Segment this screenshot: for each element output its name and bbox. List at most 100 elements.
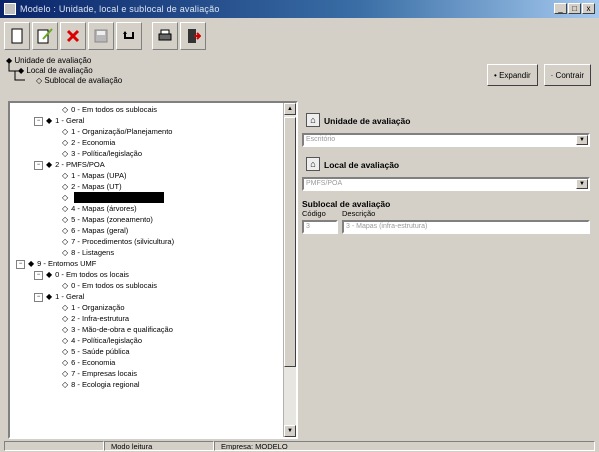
expand-button[interactable]: • Expandir: [487, 64, 538, 86]
diamond-outline-icon: ◇: [62, 182, 69, 191]
chevron-down-icon[interactable]: ▼: [576, 135, 588, 145]
code-label: Código: [302, 209, 326, 218]
code-field[interactable]: 3: [302, 220, 338, 234]
status-mode: Modo leitura: [104, 441, 214, 451]
diamond-outline-icon: ◇: [62, 105, 69, 114]
tree-item[interactable]: ◇ 3 - Política/legislação: [62, 148, 142, 159]
breadcrumb-sublocal[interactable]: ◇ Sublocal de avaliação: [36, 76, 122, 85]
tree-view[interactable]: ◇ 0 - Em todos os sublocais − ◆ 1 - Geral ◇…: [8, 101, 298, 439]
local-icon: ⌂: [306, 157, 320, 171]
diamond-outline-icon: ◇: [62, 358, 69, 367]
diamond-outline-icon: ◇: [62, 149, 69, 158]
collapse-icon[interactable]: −: [34, 160, 43, 170]
tree-item[interactable]: ◇ 7 - Procedimentos (silvicultura): [62, 236, 174, 247]
tree-item[interactable]: ◇ 4 - Mapas (árvores): [62, 203, 137, 214]
scroll-down-icon[interactable]: ▼: [284, 425, 296, 437]
unit-icon: ⌂: [306, 113, 320, 127]
diamond-icon: ◆: [6, 56, 13, 65]
tree-item[interactable]: ◇ 4 - Política/legislação: [62, 335, 142, 346]
local-select[interactable]: PMFS/POA ▼: [302, 177, 590, 191]
tree-item[interactable]: − ◆ 0 - Em todos os locais: [34, 269, 129, 280]
tree-item[interactable]: ◇ 1 - Organização/Planejamento: [62, 126, 172, 137]
diamond-outline-icon: ◇: [62, 380, 69, 389]
tree-item[interactable]: ◇ 3 - Mão-de-obra e qualificação: [62, 324, 173, 335]
tree-item[interactable]: ◇ 8 - Listagens: [62, 247, 114, 258]
status-bar: Modo leitura Empresa: MODELO: [4, 441, 595, 452]
tree-item[interactable]: ◇ 8 - Ecologia regional: [62, 379, 140, 390]
save-icon[interactable]: [88, 22, 114, 50]
unit-label: Unidade de avaliação: [324, 116, 411, 126]
collapse-icon[interactable]: −: [34, 270, 43, 280]
collapse-icon[interactable]: −: [34, 292, 43, 302]
diamond-outline-icon: ◇: [62, 303, 69, 312]
tree-item[interactable]: ◇ 2 - Mapas (UT): [62, 181, 122, 192]
delete-icon[interactable]: [60, 22, 86, 50]
diamond-outline-icon: ◇: [62, 325, 69, 334]
breadcrumb: ◆ Unidade de avaliação ◆ Local de avalia…: [6, 56, 366, 96]
chevron-down-icon[interactable]: ▼: [576, 179, 588, 189]
tree-item[interactable]: ◇ 6 - Economia: [62, 357, 115, 368]
description-field[interactable]: 3 - Mapas (infra-estrutura): [342, 220, 590, 234]
undo-icon[interactable]: [116, 22, 142, 50]
status-empty: [4, 441, 104, 451]
status-company: Empresa: MODELO: [214, 441, 595, 451]
tree-item[interactable]: − ◆ 1 - Geral: [34, 115, 84, 126]
diamond-outline-icon: ◇: [62, 281, 69, 290]
collapse-icon[interactable]: −: [34, 116, 43, 126]
sublocal-label: Sublocal de avaliação: [302, 199, 391, 209]
app-icon: [4, 3, 16, 15]
maximize-button[interactable]: □: [568, 3, 581, 14]
tree-item[interactable]: ◇ 0 - Em todos os sublocais: [62, 104, 157, 115]
selection-highlight: [74, 192, 164, 203]
diamond-outline-icon: ◇: [36, 76, 43, 85]
tree-item[interactable]: ◇ 1 - Organização: [62, 302, 125, 313]
tree-item-selected[interactable]: ◇: [62, 192, 71, 203]
diamond-outline-icon: ◇: [62, 171, 69, 180]
tree-item[interactable]: − ◆ 9 - Entornos UMF: [16, 258, 96, 269]
new-icon[interactable]: [4, 22, 30, 50]
tree-item[interactable]: ◇ 2 - Economia: [62, 137, 115, 148]
diamond-icon: ◆: [18, 66, 25, 75]
collapse-icon[interactable]: −: [16, 259, 25, 269]
diamond-outline-icon: ◇: [62, 193, 69, 202]
tree-item[interactable]: ◇ 7 - Empresas locais: [62, 368, 137, 379]
diamond-outline-icon: ◇: [62, 127, 69, 136]
print-icon[interactable]: [152, 22, 178, 50]
diamond-icon: ◆: [46, 160, 53, 169]
breadcrumb-unit[interactable]: ◆ Unidade de avaliação: [6, 56, 91, 65]
breadcrumb-local[interactable]: ◆ Local de avaliação: [18, 66, 93, 75]
diamond-icon: ◆: [46, 292, 53, 301]
detail-panel: ⌂ Unidade de avaliação Escritório ▼ ⌂ Lo…: [300, 101, 592, 439]
exit-icon[interactable]: [180, 22, 206, 50]
tree-item[interactable]: − ◆ 2 - PMFS/POA: [34, 159, 105, 170]
window-title: Modelo : Unidade, local e sublocal de av…: [20, 4, 220, 14]
contract-button[interactable]: · Contrair: [543, 64, 591, 86]
diamond-outline-icon: ◇: [62, 369, 69, 378]
tree-item[interactable]: ◇ 1 - Mapas (UPA): [62, 170, 126, 181]
close-button[interactable]: x: [582, 3, 595, 14]
diamond-outline-icon: ◇: [62, 237, 69, 246]
scroll-thumb[interactable]: [284, 117, 296, 367]
tree-item[interactable]: ◇ 5 - Mapas (zoneamento): [62, 214, 153, 225]
tree-item[interactable]: ◇ 5 - Saúde pública: [62, 346, 130, 357]
tree-item[interactable]: − ◆ 1 - Geral: [34, 291, 84, 302]
diamond-outline-icon: ◇: [62, 138, 69, 147]
tree-item[interactable]: ◇ 0 - Em todos os sublocais: [62, 280, 157, 291]
diamond-outline-icon: ◇: [62, 226, 69, 235]
description-label: Descrição: [342, 209, 376, 218]
diamond-outline-icon: ◇: [62, 347, 69, 356]
minimize-button[interactable]: _: [554, 3, 567, 14]
local-label: Local de avaliação: [324, 160, 400, 170]
edit-icon[interactable]: [32, 22, 58, 50]
diamond-outline-icon: ◇: [62, 336, 69, 345]
unit-select[interactable]: Escritório ▼: [302, 133, 590, 147]
diamond-icon: ◆: [28, 259, 35, 268]
diamond-outline-icon: ◇: [62, 248, 69, 257]
diamond-icon: ◆: [46, 116, 53, 125]
tree-item[interactable]: ◇ 2 - Infra-estrutura: [62, 313, 129, 324]
tree-scrollbar[interactable]: ▲ ▼: [283, 103, 296, 437]
diamond-outline-icon: ◇: [62, 314, 69, 323]
diamond-outline-icon: ◇: [62, 215, 69, 224]
tree-item[interactable]: ◇ 6 - Mapas (geral): [62, 225, 128, 236]
scroll-up-icon[interactable]: ▲: [284, 103, 296, 115]
